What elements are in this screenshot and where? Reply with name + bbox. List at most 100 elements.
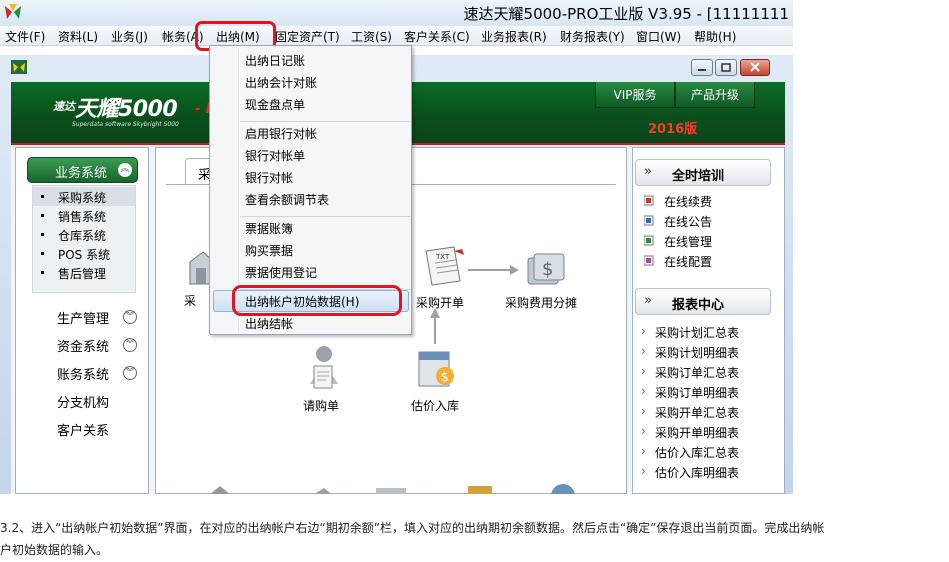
bullet-icon bbox=[41, 233, 44, 236]
cashier-menu-item[interactable]: 银行对帐 bbox=[245, 169, 293, 186]
sidebar-subitem[interactable]: 售后管理 bbox=[33, 263, 135, 282]
sidebar-group-label: 资金系统 bbox=[57, 340, 110, 355]
sidebar-group[interactable]: 分支机构 bbox=[57, 392, 109, 411]
sidebar-subitem-label: 销售系统 bbox=[58, 210, 107, 224]
menu-item[interactable]: 业务(J) bbox=[111, 28, 148, 45]
double-chevron-icon: » bbox=[644, 293, 652, 308]
sidebar-group[interactable]: 客户关系 bbox=[57, 420, 109, 439]
product-upgrade-tab[interactable]: 产品升级 bbox=[675, 82, 755, 108]
bullet-icon bbox=[41, 195, 44, 198]
book-icon bbox=[644, 195, 654, 206]
report-link-label: 采购计划明细表 bbox=[655, 346, 740, 360]
svg-text:$: $ bbox=[542, 259, 553, 280]
report-link-label: 估价入库明细表 bbox=[655, 466, 740, 480]
cashier-menu-item[interactable]: 启用银行对帐 bbox=[245, 125, 317, 142]
edition-label: 2016版 bbox=[648, 122, 698, 137]
cashier-menu-item[interactable]: 出纳结帐 bbox=[245, 315, 293, 332]
double-chevron-icon: » bbox=[644, 164, 652, 179]
window-title: 速达天耀5000-PRO工业版 V3.95 - [11111111 bbox=[463, 5, 789, 23]
business-subitems: 采购系统销售系统仓库系统 POS 系统 售后管理 bbox=[32, 185, 136, 293]
cashier-menu-item[interactable]: 购买票据 bbox=[245, 242, 293, 259]
menu-item[interactable]: 工资(S) bbox=[351, 28, 392, 45]
sidebar-subitem-label: 采购系统 bbox=[58, 191, 107, 205]
training-link-label: 在线续费 bbox=[664, 195, 713, 209]
sidebar-group-label: 客户关系 bbox=[57, 424, 110, 439]
chevron-down-icon: ︾ bbox=[123, 366, 137, 380]
child-window-icon bbox=[11, 60, 27, 74]
menu-item[interactable]: 窗口(W) bbox=[636, 28, 681, 45]
flow-arrow-up bbox=[430, 308, 440, 344]
sidebar-group[interactable]: 账务系统 ︾ bbox=[57, 364, 137, 383]
report-center-title: 报表中心 bbox=[672, 298, 725, 313]
estimate-receipt-icon[interactable]: $ bbox=[415, 348, 459, 390]
menu-item[interactable]: 客户关系(C) bbox=[404, 28, 470, 45]
cashier-menu-item[interactable]: 票据使用登记 bbox=[245, 264, 317, 281]
report-center-header[interactable]: » 报表中心 bbox=[635, 288, 771, 315]
sidebar-group-label: 账务系统 bbox=[57, 368, 110, 383]
screenshot: 速达天耀5000-PRO工业版 V3.95 - [11111111 文件(F) 资… bbox=[0, 0, 793, 494]
close-icon bbox=[750, 62, 760, 72]
close-button[interactable] bbox=[740, 59, 770, 76]
restore-icon bbox=[721, 63, 731, 72]
minimize-icon bbox=[698, 69, 706, 71]
right-panel: » 全时培训 在线续费 在线公告 在线管理 在线配置 » 报表中心 › 采购计划汇总表 ›… bbox=[632, 147, 785, 494]
sidebar-subitem[interactable]: 销售系统 bbox=[33, 206, 135, 225]
svg-text:$: $ bbox=[441, 370, 449, 384]
chevron-down-icon: ︾ bbox=[123, 338, 137, 352]
report-link-label: 采购开单明细表 bbox=[655, 426, 740, 440]
cashier-menu-item[interactable]: 现金盘点单 bbox=[245, 96, 305, 113]
sidebar-subitem-label: 仓库系统 bbox=[58, 229, 107, 243]
cashier-menu-item[interactable]: 银行对帐单 bbox=[245, 147, 305, 164]
bottom-toolbar-icons bbox=[210, 484, 575, 494]
book-icon bbox=[644, 215, 654, 226]
flow-label-purchase-request: 请购单 bbox=[303, 399, 340, 413]
menu-item-highlight-annotation bbox=[232, 285, 402, 316]
bullet-icon bbox=[41, 214, 44, 217]
chevron-right-icon: › bbox=[641, 384, 646, 398]
menu-separator bbox=[240, 121, 410, 122]
cost-allocation-icon[interactable]: $ bbox=[524, 250, 568, 290]
bullet-icon bbox=[41, 271, 44, 274]
cashier-menu-item[interactable]: 查看余额调节表 bbox=[245, 191, 329, 208]
menu-item[interactable]: 业务报表(R) bbox=[481, 28, 547, 45]
sidebar-subitem[interactable]: POS 系统 bbox=[33, 244, 135, 263]
sidebar-group-label: 分支机构 bbox=[57, 396, 110, 411]
sidebar-subitem[interactable]: 采购系统 bbox=[33, 187, 135, 206]
sidebar-subitem[interactable]: 仓库系统 bbox=[33, 225, 135, 244]
sidebar-group[interactable]: 资金系统 ︾ bbox=[57, 336, 137, 355]
chevron-right-icon: › bbox=[641, 424, 646, 438]
nav-header-business-system[interactable]: 业务系统 ︽ bbox=[27, 157, 138, 183]
restore-button[interactable] bbox=[715, 59, 737, 76]
caption-line-1: 3.2、进入“出纳帐户初始数据”界面，在对应的出纳帐户右边“期初余额”栏，填入对… bbox=[0, 521, 825, 535]
menu-item[interactable]: 固定资产(T) bbox=[275, 28, 340, 45]
training-header[interactable]: » 全时培训 bbox=[635, 159, 771, 186]
menu-item[interactable]: 资料(L) bbox=[58, 28, 98, 45]
bullet-icon bbox=[41, 252, 44, 255]
chevron-right-icon: › bbox=[641, 444, 646, 458]
brand-sub: 速达 bbox=[53, 100, 75, 113]
cashier-menu-item[interactable]: 出纳日记账 bbox=[245, 52, 305, 69]
menu-separator bbox=[240, 216, 410, 217]
training-link-label: 在线公告 bbox=[664, 215, 713, 229]
minimize-button[interactable] bbox=[691, 59, 713, 76]
instruction-caption: 3.2、进入“出纳帐户初始数据”界面，在对应的出纳帐户右边“期初余额”栏，填入对… bbox=[0, 517, 949, 561]
book-icon bbox=[644, 255, 654, 266]
flow-label-estimate-receipt: 估价入库 bbox=[411, 399, 460, 413]
brand-english: Superdata software Skybright 5000 bbox=[72, 121, 179, 128]
sidebar-group[interactable]: 生产管理 ︾ bbox=[57, 308, 137, 327]
vip-service-tab[interactable]: VIP服务 bbox=[595, 82, 675, 108]
cashier-menu-item[interactable]: 出纳会计对账 bbox=[245, 74, 317, 91]
chevron-right-icon: › bbox=[641, 364, 646, 378]
chevron-right-icon: › bbox=[641, 324, 646, 338]
report-link-label: 估价入库汇总表 bbox=[655, 446, 740, 460]
menu-item[interactable]: 帮助(H) bbox=[694, 28, 736, 45]
cashier-menu-item[interactable]: 票据账簿 bbox=[245, 220, 293, 237]
sidebar-subitem-label: POS 系统 bbox=[58, 248, 111, 262]
chevron-down-icon: ︾ bbox=[123, 310, 137, 324]
menu-item[interactable]: 文件(F) bbox=[5, 28, 45, 45]
left-navigation: 业务系统 ︽ 采购系统销售系统仓库系统 POS 系统 售后管理 生产管理 ︾ 资金系统 ︾… bbox=[15, 147, 149, 494]
menu-item[interactable]: 财务报表(Y) bbox=[560, 28, 625, 45]
purchase-invoice-icon[interactable]: TXT bbox=[418, 245, 468, 289]
caption-line-2: 户初始数据的输入。 bbox=[0, 543, 109, 557]
purchase-request-icon[interactable] bbox=[304, 344, 344, 390]
